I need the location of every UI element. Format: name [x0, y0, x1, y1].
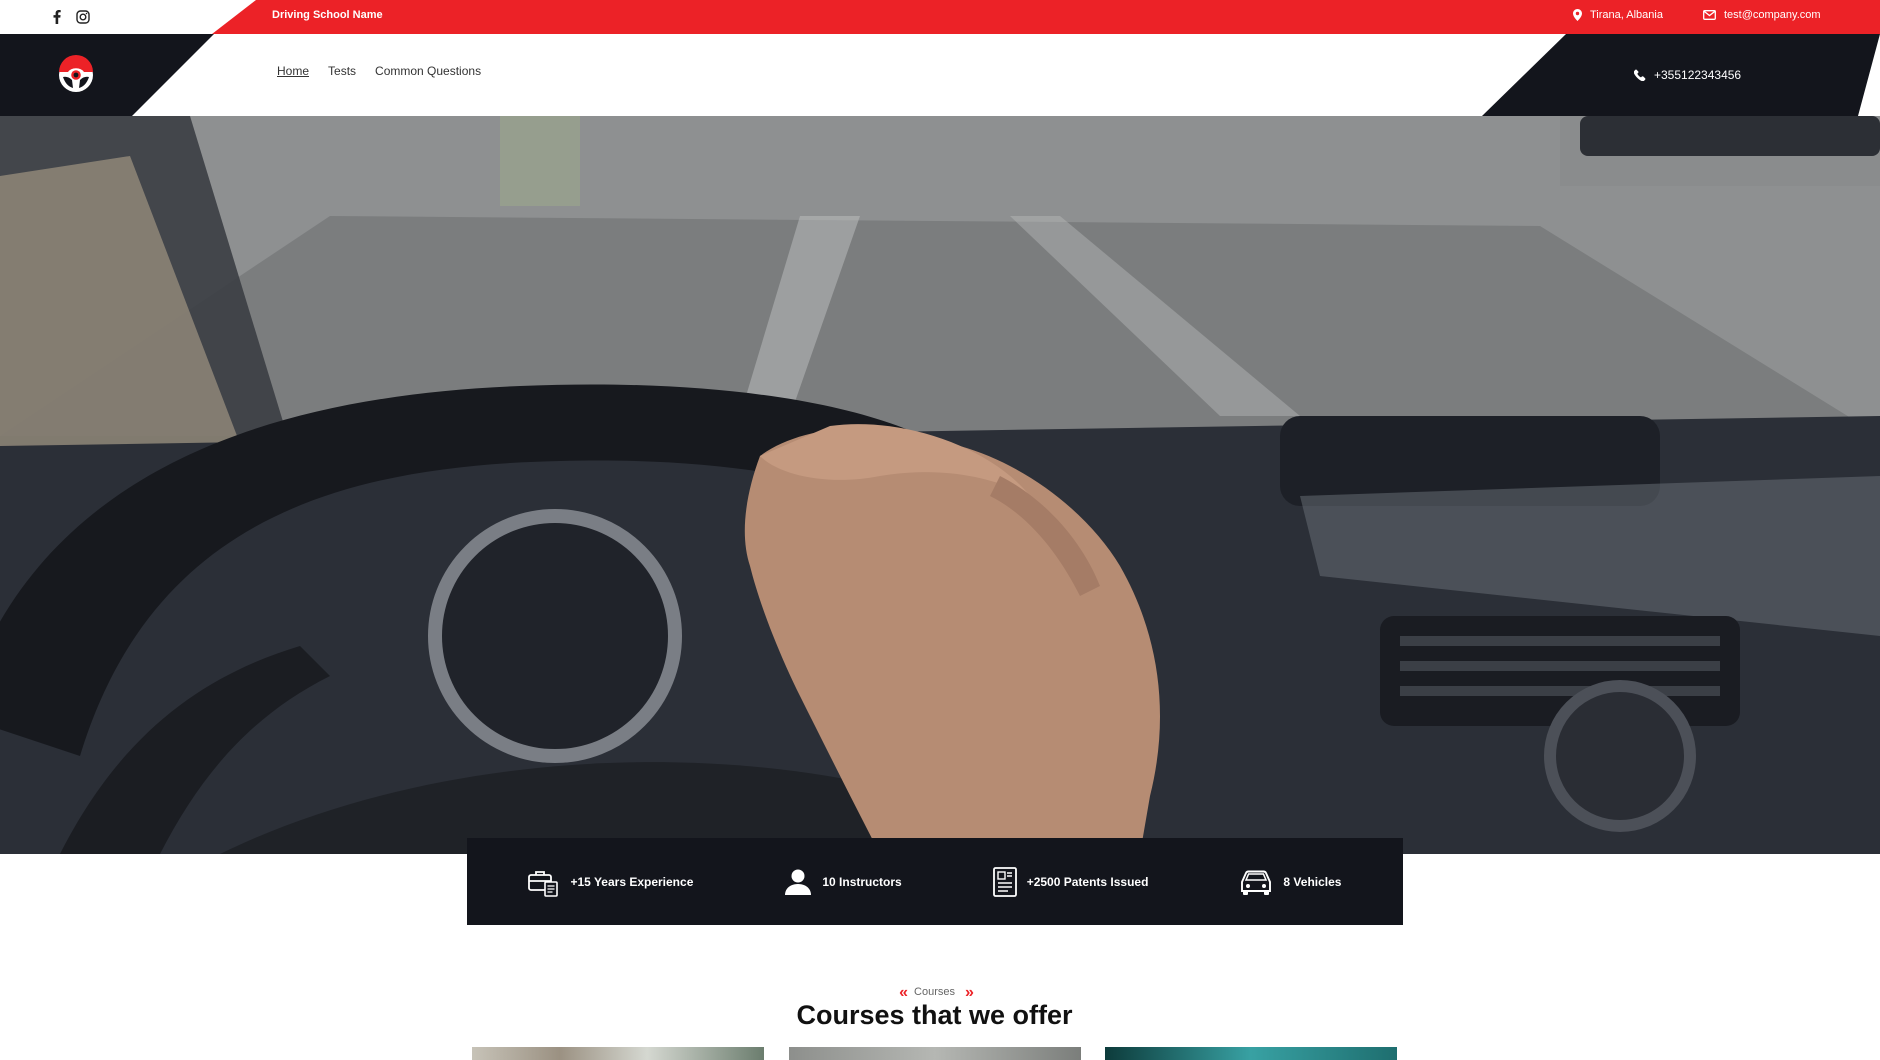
car-icon — [1241, 870, 1272, 895]
stat-instructors-label: 10 Instructors — [822, 874, 902, 889]
stat-patents-label: +2500 Patents Issued — [1026, 874, 1149, 889]
chevrons-left-icon: « — [899, 983, 908, 1001]
phone-info[interactable]: +355122343456 — [1634, 68, 1741, 82]
stat-patents: +2500 Patents Issued — [992, 866, 1149, 897]
map-pin-icon — [1573, 9, 1582, 21]
stats-bar: +15 Years Experience 10 Instructors +250… — [467, 838, 1403, 925]
courses-eyebrow: « Courses » — [0, 983, 1869, 1001]
email-info[interactable]: test@company.com — [1703, 0, 1821, 30]
course-card[interactable] — [472, 1047, 764, 1060]
location-info: Tirana, Albania — [1573, 0, 1663, 30]
briefcase-document-icon — [528, 870, 559, 897]
course-card[interactable] — [789, 1047, 1081, 1060]
stat-experience-label: +15 Years Experience — [570, 874, 694, 889]
courses-title: Courses that we offer — [796, 1000, 1073, 1030]
steering-wheel-logo[interactable] — [54, 54, 98, 96]
stat-experience: +15 Years Experience — [528, 867, 693, 897]
courses-eyebrow-label: Courses — [914, 986, 955, 998]
instagram-icon[interactable] — [75, 9, 91, 25]
phone-number[interactable]: +355122343456 — [1654, 68, 1741, 82]
location-text: Tirana, Albania — [1590, 9, 1663, 21]
stat-instructors: 10 Instructors — [784, 868, 902, 896]
stat-vehicles-label: 8 Vehicles — [1283, 874, 1342, 889]
hero-image — [0, 116, 1880, 854]
nav-item-home[interactable]: Home — [277, 64, 309, 78]
email-link[interactable]: test@company.com — [1724, 9, 1821, 21]
nav-item-common-questions[interactable]: Common Questions — [375, 64, 481, 78]
envelope-icon — [1703, 10, 1716, 20]
facebook-icon[interactable] — [49, 9, 65, 25]
phone-icon — [1634, 69, 1646, 81]
stat-vehicles: 8 Vehicles — [1239, 868, 1341, 896]
site-name: Driving School Name — [272, 9, 383, 21]
license-document-icon — [992, 866, 1017, 897]
chevrons-right-icon: » — [964, 983, 974, 1001]
course-card[interactable] — [1105, 1047, 1397, 1060]
person-icon — [785, 869, 812, 895]
main-nav: Home Tests Common Questions — [277, 64, 481, 78]
nav-item-tests[interactable]: Tests — [328, 64, 356, 78]
